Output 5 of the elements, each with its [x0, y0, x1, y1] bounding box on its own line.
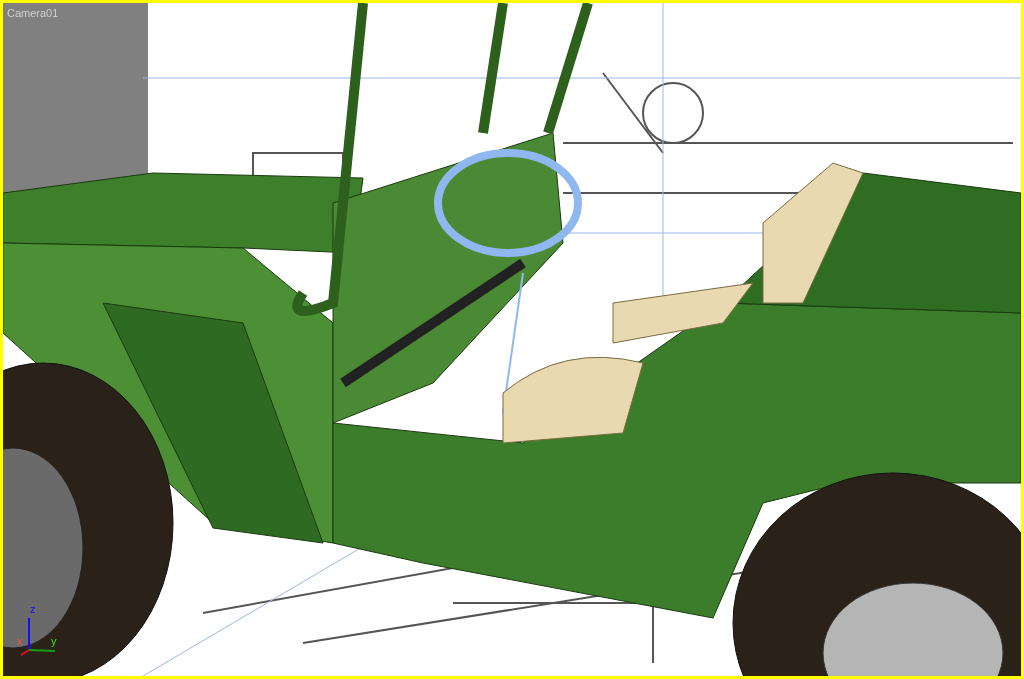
z-axis-label: z — [30, 604, 36, 615]
axis-gizmo-icon — [20, 617, 56, 656]
camera-viewport[interactable]: Camera01 z x y — [0, 0, 1024, 679]
x-axis-label: x — [17, 636, 23, 647]
y-axis-label: y — [51, 636, 57, 647]
